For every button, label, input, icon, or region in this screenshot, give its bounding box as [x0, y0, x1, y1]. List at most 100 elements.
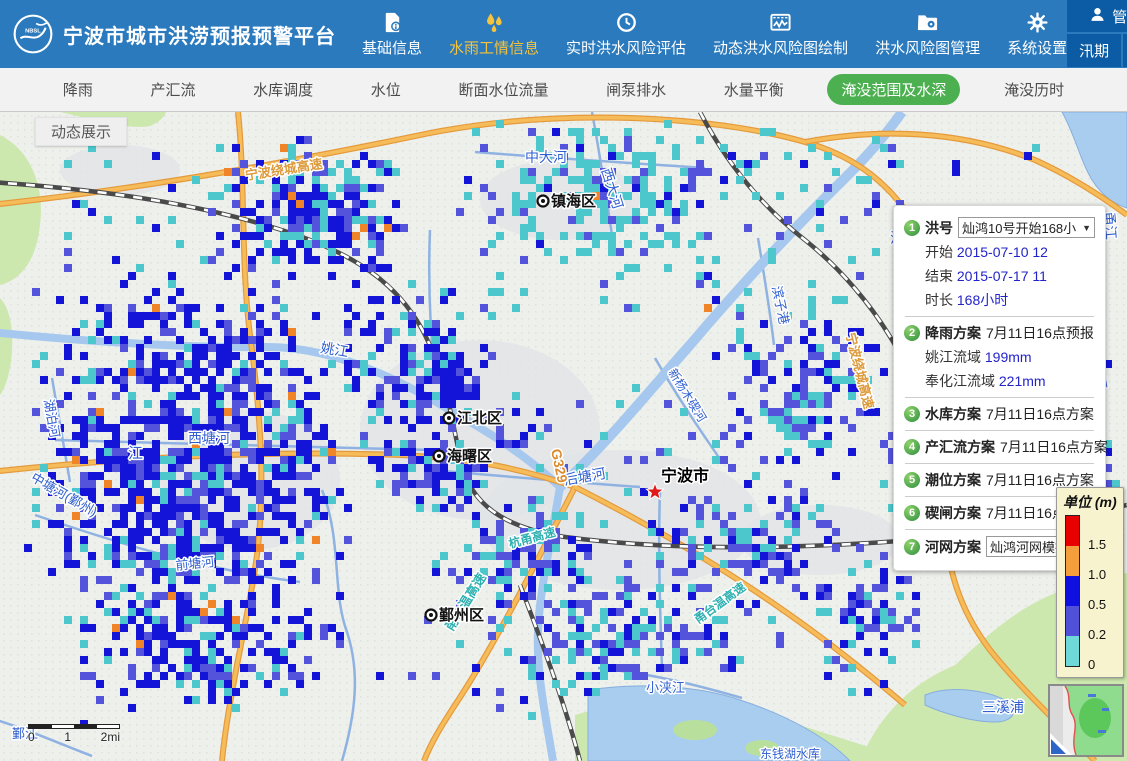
legend-label: 0: [1088, 657, 1095, 672]
step-select-1[interactable]: 灿鸿10号开始168小▼: [958, 217, 1095, 238]
legend-seg-1: [1066, 546, 1079, 576]
info-icon: [381, 10, 404, 34]
nav-item-chart[interactable]: 动态洪水风险图绘制: [713, 10, 848, 58]
panel-step-row: 3水库方案7月11日16点方案: [904, 404, 1095, 424]
field-value: 2015-07-17 11: [957, 268, 1047, 284]
clock-icon: [615, 10, 638, 34]
panel-divider: [905, 430, 1094, 431]
app-window: NBSL 宁波市城市洪涝预报预警平台 基础信息水雨工情信息 实时洪水风险评估 动态洪…: [0, 0, 1127, 761]
panel-field: 结束 2015-07-17 11: [925, 266, 1095, 286]
inset-overview-map[interactable]: [1048, 684, 1124, 757]
nav-item-info[interactable]: 基础信息: [362, 10, 422, 58]
season-label: 汛期: [1079, 40, 1109, 61]
sub-navigation: 降雨产汇流水库调度水位断面水位流量闸泵排水水量平衡淹没范围及水深淹没历时: [0, 68, 1127, 112]
nav-item-label: 洪水风险图管理: [875, 37, 980, 58]
admin-user-button[interactable]: 管理员: [1067, 0, 1127, 32]
field-label: 奉化江流域: [925, 373, 995, 389]
nav-item-gear[interactable]: 系统设置: [1007, 10, 1067, 58]
nav-item-raindrops[interactable]: 水雨工情信息: [449, 10, 539, 58]
legend-colorbar: 1.51.00.50.20: [1063, 515, 1117, 669]
nav-item-folder-lock[interactable]: 洪水风险图管理: [875, 10, 980, 58]
district-label: 镇海区: [551, 192, 596, 210]
scalebar-labels: 0 1 2mi: [28, 730, 120, 744]
field-label: 姚江流域: [925, 349, 981, 365]
dynamic-display-button[interactable]: 动态展示: [35, 117, 127, 146]
legend-bar: [1065, 515, 1080, 667]
step-badge-1: 1: [904, 220, 920, 236]
river-label: 中大河: [525, 149, 567, 165]
panel-step-row: 2降雨方案7月11日16点预报: [904, 323, 1095, 343]
logo-text: NBSL: [25, 28, 41, 34]
river-label: 东钱湖水库: [760, 746, 820, 761]
step-badge-5: 5: [904, 472, 920, 488]
page-title: 宁波市城市洪涝预报预警平台: [63, 20, 336, 49]
tab-5[interactable]: 断面水位流量: [444, 74, 562, 105]
field-value: 199mm: [985, 349, 1032, 365]
chart-icon: [769, 10, 792, 34]
map-area[interactable]: 中大河西大河滨子港姚江江甬江江西塘河后塘河前塘河湖泊河中塘河(鄞州)新杨木碶河江…: [0, 112, 1127, 761]
legend-seg-4: [1066, 636, 1079, 666]
field-label: 开始: [925, 244, 953, 260]
legend-label: 1.0: [1088, 567, 1106, 582]
step-badge-6: 6: [904, 505, 920, 521]
nav-item-label: 实时洪水风险评估: [566, 37, 686, 58]
legend-seg-3: [1066, 606, 1079, 636]
main-navigation: 基础信息水雨工情信息 实时洪水风险评估 动态洪水风险图绘制 洪水风险图管理 系统设置: [362, 10, 1067, 58]
scalebar-seg: [74, 725, 97, 728]
field-value: 2015-07-10 12: [957, 244, 1048, 260]
panel-field: 时长 168小时: [925, 290, 1095, 310]
mode-row: 汛期: [1067, 34, 1127, 67]
tab-3[interactable]: 水库调度: [239, 74, 327, 105]
panel-field: 姚江流域 199mm: [925, 347, 1095, 367]
tab-6[interactable]: 闸泵排水: [592, 74, 680, 105]
nav-item-label: 水雨工情信息: [449, 37, 539, 58]
legend-label: 0.2: [1088, 627, 1106, 642]
user-label: 管理员: [1112, 6, 1127, 27]
chevron-down-icon: ▼: [1082, 223, 1091, 233]
tab-8[interactable]: 淹没范围及水深: [827, 74, 960, 105]
nav-item-clock[interactable]: 实时洪水风险评估: [566, 10, 686, 58]
panel-field: 奉化江流域 221mm: [925, 371, 1095, 391]
gear-icon: [1026, 10, 1049, 34]
district-label: 江北区: [457, 409, 502, 427]
step-label: 潮位方案: [925, 470, 981, 490]
tab-2[interactable]: 产汇流: [136, 74, 209, 105]
legend-title: 单位 (m): [1063, 492, 1117, 512]
step-value: 7月11日16点方案: [986, 404, 1094, 424]
inset-collapse-icon[interactable]: [1051, 739, 1066, 754]
district-label: 鄞州区: [439, 606, 484, 624]
brand: NBSL 宁波市城市洪涝预报预警平台: [12, 13, 336, 55]
step-value: 7月11日16点方案: [1000, 437, 1108, 457]
map-scalebar: 0 1 2mi: [28, 724, 120, 744]
river-label: 江: [128, 445, 143, 462]
legend-label: 0.5: [1088, 597, 1106, 612]
step-label: 碶闸方案: [925, 503, 981, 523]
scalebar-seg: [29, 725, 52, 728]
tab-1[interactable]: 降雨: [49, 74, 107, 105]
city-label: 宁波市: [661, 466, 709, 485]
legend-seg-0: [1066, 516, 1079, 546]
step-badge-4: 4: [904, 439, 920, 455]
scalebar-label: 1: [64, 730, 71, 744]
step-label: 水库方案: [925, 404, 981, 424]
top-header: NBSL 宁波市城市洪涝预报预警平台 基础信息水雨工情信息 实时洪水风险评估 动态洪…: [0, 0, 1127, 68]
legend-seg-2: [1066, 576, 1079, 606]
panel-step-row: 4产汇流方案7月11日16点方案: [904, 437, 1095, 457]
field-value: 221mm: [999, 373, 1046, 389]
tab-4[interactable]: 水位: [357, 74, 415, 105]
panel-field: 开始 2015-07-10 12: [925, 242, 1095, 262]
scalebar-label: 0: [28, 730, 35, 744]
logout-button[interactable]: [1123, 34, 1127, 67]
nav-item-label: 系统设置: [1007, 37, 1067, 58]
season-mode-button[interactable]: 汛期: [1067, 34, 1121, 67]
river-label: 西塘河: [188, 430, 230, 446]
panel-divider: [905, 463, 1094, 464]
step-label: 洪号: [925, 218, 953, 238]
user-icon: [1089, 6, 1106, 27]
tab-9[interactable]: 淹没历时: [990, 74, 1078, 105]
scalebar-label: 2mi: [101, 730, 120, 744]
field-value: 168小时: [957, 292, 1008, 308]
tab-7[interactable]: 水量平衡: [710, 74, 798, 105]
nav-item-label: 动态洪水风险图绘制: [713, 37, 848, 58]
scalebar-seg: [52, 725, 75, 728]
